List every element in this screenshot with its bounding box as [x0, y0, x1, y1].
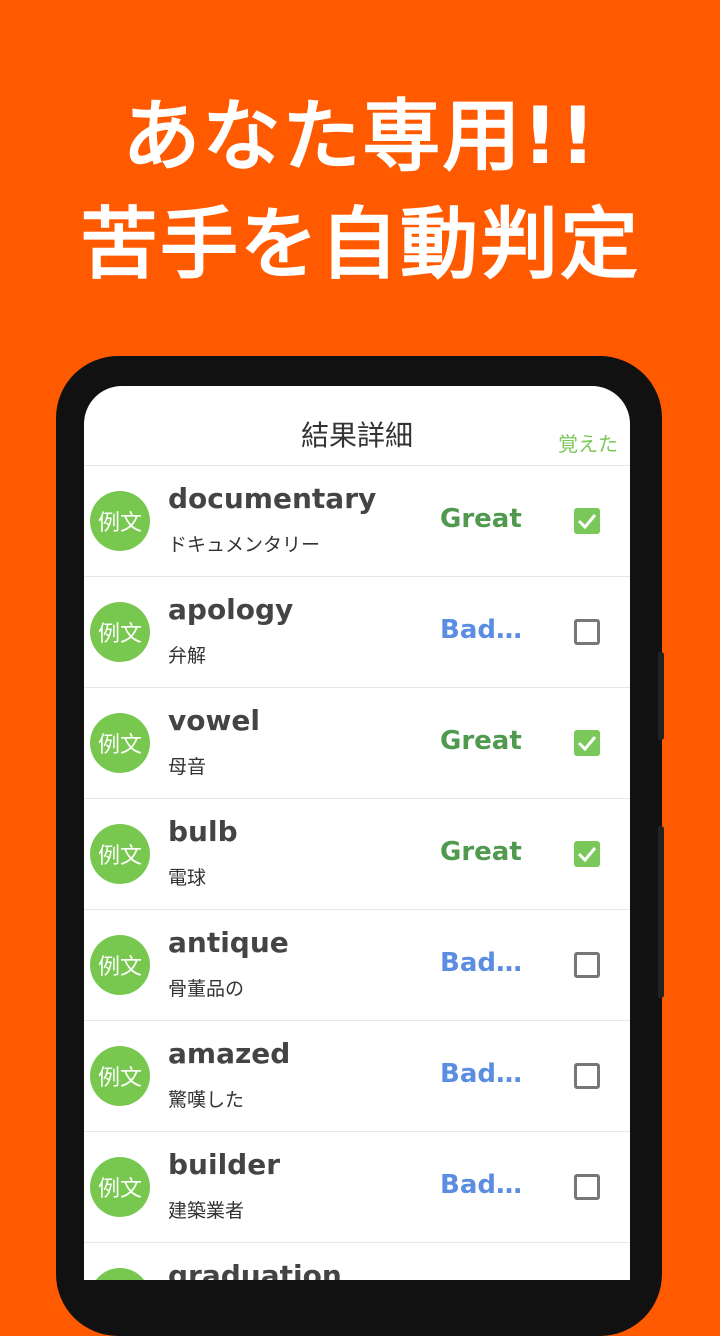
list-item[interactable]: 例文 graduation [84, 1243, 630, 1280]
page-title: 結果詳細 [300, 419, 413, 452]
list-item[interactable]: 例文 documentary ドキュメンタリー Great! [84, 466, 630, 577]
example-sentence-button[interactable]: 例文 [90, 1046, 150, 1106]
example-sentence-button[interactable]: 例文 [90, 1157, 150, 1217]
learned-checkbox[interactable] [574, 952, 600, 978]
word-meaning: 骨董品の [168, 978, 245, 1000]
word-meaning: ドキュメンタリー [168, 534, 321, 556]
list-item[interactable]: 例文 builder 建築業者 Bad… [84, 1132, 630, 1243]
word-meaning: 驚嘆した [168, 1089, 245, 1111]
result-label: Bad… [440, 1170, 522, 1200]
example-sentence-button[interactable]: 例文 [90, 602, 150, 662]
word-meaning: 弁解 [168, 645, 207, 667]
checkmark-icon [577, 514, 597, 530]
learned-checkbox[interactable] [574, 730, 600, 756]
word-meaning: 建築業者 [168, 1200, 245, 1222]
promo-headline-line2: 苦手を自動判定 [79, 200, 640, 290]
result-label: Bad… [440, 615, 522, 645]
learned-checkbox[interactable] [574, 841, 600, 867]
list-item[interactable]: 例文 antique 骨董品の Bad… [84, 910, 630, 1021]
phone-side-button [658, 826, 664, 998]
app-screen: 結果詳細 覚えた 例文 documentary ドキュメンタリー Great! 例文 ap… [84, 386, 630, 1280]
word-text: antique [168, 926, 289, 959]
word-text: vowel [168, 704, 260, 737]
result-label: Bad… [440, 1059, 522, 1089]
learned-checkbox[interactable] [574, 1174, 600, 1200]
list-item[interactable]: 例文 bulb 電球 Great! [84, 799, 630, 910]
list-item[interactable]: 例文 apology 弁解 Bad… [84, 577, 630, 688]
example-sentence-button[interactable]: 例文 [90, 935, 150, 995]
checkmark-icon [577, 736, 597, 752]
example-sentence-button[interactable]: 例文 [90, 824, 150, 884]
app-header: 結果詳細 覚えた [84, 386, 630, 466]
word-text: builder [168, 1148, 281, 1181]
word-meaning: 母音 [168, 756, 207, 778]
word-text: graduation [168, 1259, 342, 1280]
list-item[interactable]: 例文 vowel 母音 Great! [84, 688, 630, 799]
result-label: Great! [440, 726, 524, 756]
word-text: bulb [168, 815, 238, 848]
result-label: Bad… [440, 948, 522, 978]
learned-checkbox[interactable] [574, 1063, 600, 1089]
example-sentence-button[interactable]: 例文 [90, 1268, 150, 1280]
phone-side-button [658, 652, 664, 740]
result-label: Great! [440, 837, 524, 867]
word-meaning: 電球 [168, 867, 207, 889]
word-text: apology [168, 593, 294, 626]
word-text: amazed [168, 1037, 291, 1070]
learned-column-header: 覚えた [558, 432, 618, 456]
learned-checkbox[interactable] [574, 619, 600, 645]
result-label: Great! [440, 504, 524, 534]
example-sentence-button[interactable]: 例文 [90, 491, 150, 551]
learned-checkbox[interactable] [574, 508, 600, 534]
word-text: documentary [168, 482, 377, 515]
result-list: 例文 documentary ドキュメンタリー Great! 例文 apology 弁解 Ba… [84, 466, 630, 1280]
checkmark-icon [577, 847, 597, 863]
promo-headline-line1: あなた専用!! [122, 92, 598, 182]
example-sentence-button[interactable]: 例文 [90, 713, 150, 773]
list-item[interactable]: 例文 amazed 驚嘆した Bad… [84, 1021, 630, 1132]
